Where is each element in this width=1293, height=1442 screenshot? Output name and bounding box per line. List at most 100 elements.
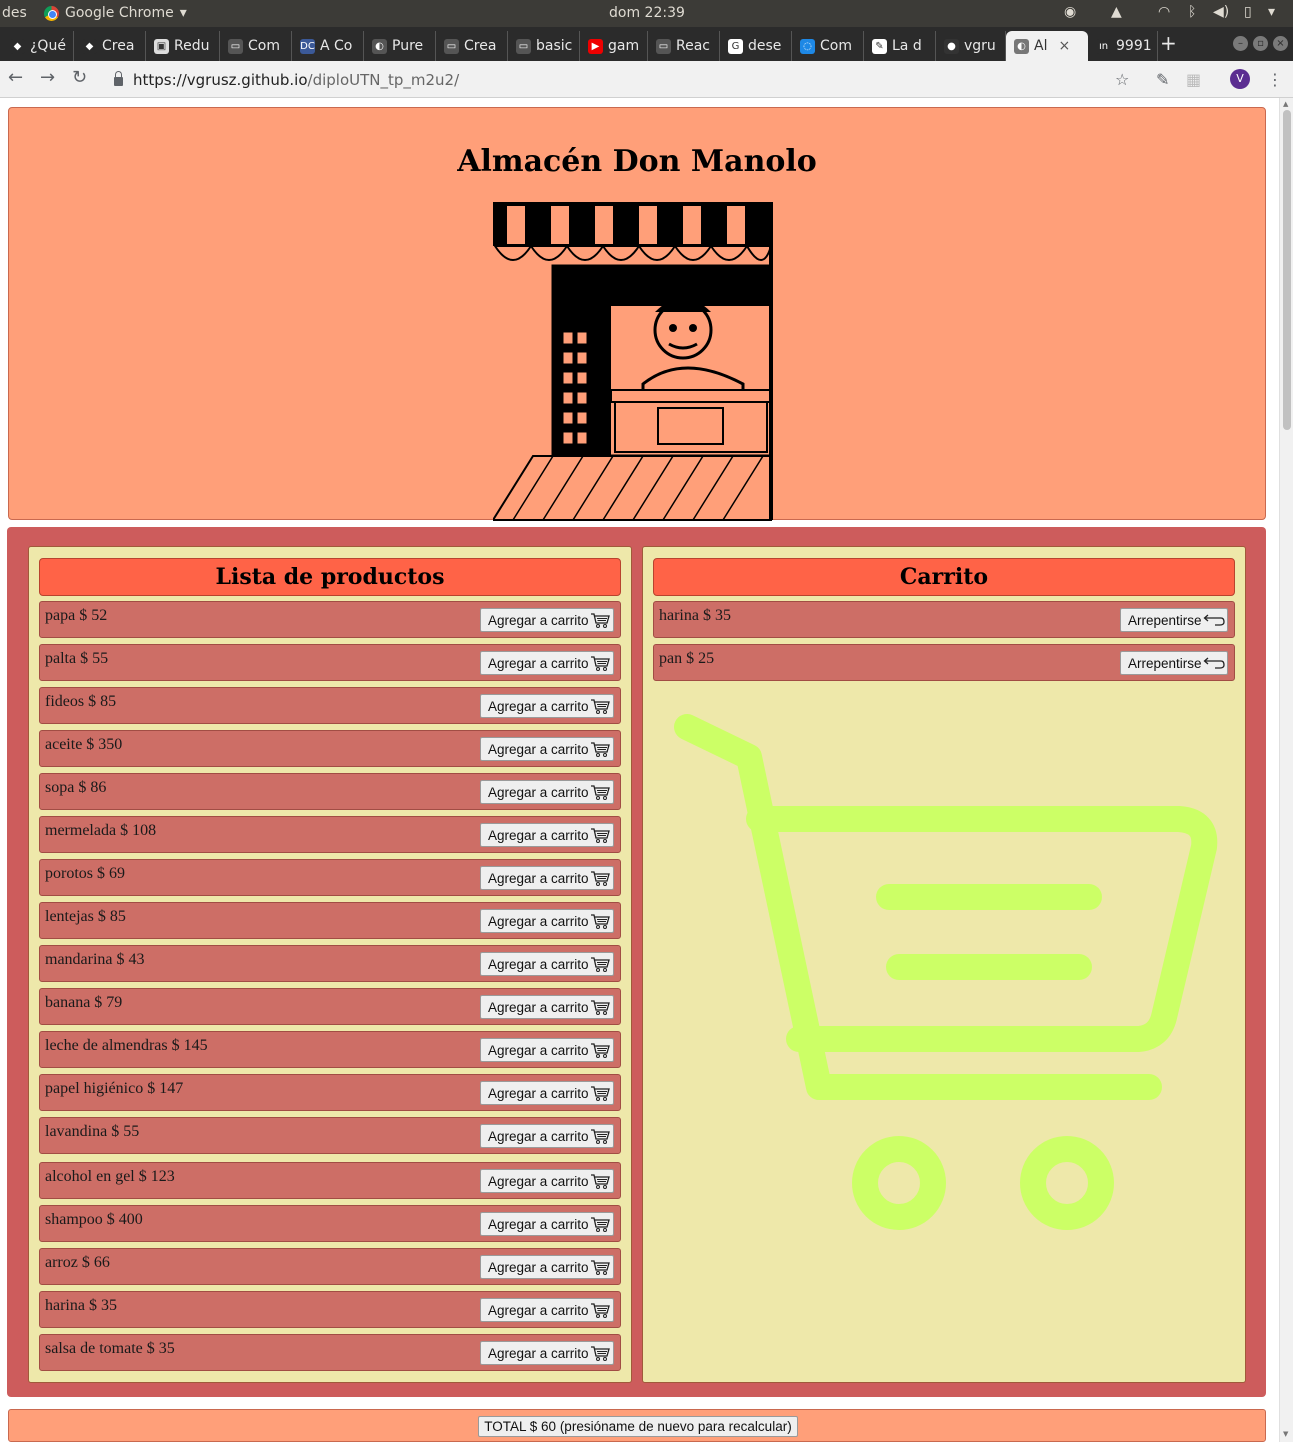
browser-tab[interactable]: ▭ Reac (648, 31, 720, 61)
globe-icon: ◐ (372, 38, 387, 54)
new-tab-plus-icon[interactable]: + (1160, 31, 1177, 55)
product-label: shampoo $ 400 (45, 1211, 143, 1228)
more-menu-icon[interactable]: ⋮ (1267, 70, 1283, 89)
codecademy-icon: ◆ (10, 38, 25, 54)
add-to-cart-button[interactable]: Agregar a carrito (480, 909, 614, 933)
add-to-cart-button[interactable]: Agregar a carrito (480, 1255, 614, 1279)
product-row: porotos $ 69 Agregar a carrito (39, 859, 621, 896)
extension-grid-icon[interactable]: ▦ (1186, 70, 1201, 89)
product-label: palta $ 55 (45, 650, 109, 667)
add-to-cart-label: Agregar a carrito (488, 741, 589, 757)
undo-arrow-icon (1203, 657, 1225, 669)
product-row: salsa de tomate $ 35 Agregar a carrito (39, 1334, 621, 1371)
profile-avatar[interactable]: V (1230, 69, 1250, 89)
add-to-cart-button[interactable]: Agregar a carrito (480, 1341, 614, 1365)
store-header: Almacén Don Manolo (8, 107, 1266, 521)
browser-tab[interactable]: ▣ Redu (146, 31, 220, 61)
app-name: Google Chrome (65, 5, 174, 21)
browser-tab[interactable]: ◐ Al × (1006, 31, 1088, 61)
add-to-cart-button[interactable]: Agregar a carrito (480, 1212, 614, 1236)
browser-tab[interactable]: ▭ Com (220, 31, 292, 61)
vlc-icon[interactable]: ▲ (1111, 4, 1122, 20)
product-row: arroz $ 66 Agregar a carrito (39, 1248, 621, 1285)
remove-from-cart-button[interactable]: Arrepentirse (1120, 608, 1228, 632)
add-to-cart-button[interactable]: Agregar a carrito (480, 1081, 614, 1105)
browser-tab[interactable]: ◆ Crea (74, 31, 146, 61)
add-to-cart-button[interactable]: Agregar a carrito (480, 694, 614, 718)
product-label: fideos $ 85 (45, 693, 117, 710)
close-tab-icon[interactable]: × (1058, 38, 1070, 54)
stats-icon: ın (1096, 38, 1111, 54)
vivaldi-icon[interactable]: ◉ (1064, 4, 1076, 20)
app-menu[interactable]: Google Chrome ▾ (44, 5, 187, 21)
browser-tab[interactable]: DC A Co (292, 31, 364, 61)
product-row: fideos $ 85 Agregar a carrito (39, 687, 621, 724)
scroll-up-arrow-icon[interactable]: ▲ (1283, 100, 1288, 108)
remove-from-cart-button[interactable]: Arrepentirse (1120, 651, 1228, 675)
address-bar[interactable]: https://vgrusz.github.io/diploUTN_tp_m2u… (104, 65, 1144, 94)
add-to-cart-button[interactable]: Agregar a carrito (480, 1124, 614, 1148)
product-label: banana $ 79 (45, 994, 123, 1011)
add-to-cart-button[interactable]: Agregar a carrito (480, 737, 614, 761)
os-top-bar: des Google Chrome ▾ dom 22:39 ◉ ▲ ◠ ᛒ ◀)… (0, 0, 1293, 27)
add-to-cart-label: Agregar a carrito (488, 1259, 589, 1275)
clock[interactable]: dom 22:39 (609, 5, 685, 21)
browser-tab[interactable]: ◌ Com (792, 31, 864, 61)
browser-tab[interactable]: ◆ ¿Qué (2, 31, 74, 61)
product-label: papel higiénico $ 147 (45, 1080, 184, 1097)
product-label: porotos $ 69 (45, 865, 125, 882)
wifi-icon[interactable]: ◠ (1158, 4, 1170, 20)
product-row: aceite $ 350 Agregar a carrito (39, 730, 621, 767)
maximize-icon[interactable]: ▫ (1253, 36, 1268, 51)
add-to-cart-button[interactable]: Agregar a carrito (480, 1038, 614, 1062)
add-to-cart-button[interactable]: Agregar a carrito (480, 1298, 614, 1322)
add-to-cart-button[interactable]: Agregar a carrito (480, 995, 614, 1019)
product-row: lentejas $ 85 Agregar a carrito (39, 902, 621, 939)
cart-icon (590, 1129, 610, 1144)
battery-icon[interactable]: ▯ (1244, 4, 1252, 20)
add-to-cart-button[interactable]: Agregar a carrito (480, 823, 614, 847)
extension-pen-icon[interactable]: ✎ (1156, 70, 1169, 89)
activities-label[interactable]: des (2, 5, 27, 21)
product-label: arroz $ 66 (45, 1254, 110, 1271)
volume-icon[interactable]: ◀) (1213, 4, 1229, 20)
system-menu-chevron-icon[interactable]: ▾ (1268, 4, 1275, 20)
browser-tab[interactable]: ▭ Crea (436, 31, 508, 61)
browser-tab[interactable]: ✎ La d (864, 31, 936, 61)
add-to-cart-button[interactable]: Agregar a carrito (480, 1169, 614, 1193)
tab-label: Pure (392, 38, 424, 54)
add-to-cart-button[interactable]: Agregar a carrito (480, 608, 614, 632)
bookmark-star-icon[interactable]: ☆ (1115, 70, 1129, 89)
total-recalculate-button[interactable]: TOTAL $ 60 (presióname de nuevo para rec… (478, 1416, 798, 1437)
add-to-cart-button[interactable]: Agregar a carrito (480, 780, 614, 804)
browser-tab[interactable]: ▶ gam (580, 31, 648, 61)
reload-icon[interactable]: ↻ (72, 67, 87, 88)
minimize-icon[interactable]: – (1233, 36, 1248, 51)
page-scrollbar[interactable]: ▲ ▼ (1279, 98, 1293, 1442)
add-to-cart-label: Agregar a carrito (488, 1302, 589, 1318)
add-to-cart-button[interactable]: Agregar a carrito (480, 866, 614, 890)
product-label: alcohol en gel $ 123 (45, 1168, 175, 1185)
browser-tab[interactable]: Gdese (720, 31, 792, 61)
folder-icon: ▭ (228, 38, 243, 54)
cart-icon (590, 656, 610, 671)
google-icon: G (728, 38, 743, 54)
tab-label: 9991 (1116, 38, 1152, 54)
add-to-cart-button[interactable]: Agregar a carrito (480, 651, 614, 675)
cart-icon (590, 828, 610, 843)
url-text: https://vgrusz.github.io/diploUTN_tp_m2u… (133, 71, 459, 89)
forward-arrow-icon[interactable]: → (40, 67, 55, 88)
add-to-cart-button[interactable]: Agregar a carrito (480, 952, 614, 976)
close-window-icon[interactable]: × (1273, 36, 1288, 51)
bluetooth-icon[interactable]: ᛒ (1188, 4, 1196, 20)
product-row: mermelada $ 108 Agregar a carrito (39, 816, 621, 853)
browser-tab[interactable]: ▭ basic (508, 31, 580, 61)
tab-label: La d (892, 38, 922, 54)
add-to-cart-label: Agregar a carrito (488, 1085, 589, 1101)
browser-tab[interactable]: ● vgru (936, 31, 1006, 61)
scroll-down-arrow-icon[interactable]: ▼ (1283, 1430, 1288, 1438)
browser-tab[interactable]: ın 9991 (1088, 31, 1158, 61)
browser-tab[interactable]: ◐ Pure (364, 31, 436, 61)
scrollbar-thumb[interactable] (1283, 110, 1291, 430)
back-arrow-icon[interactable]: ← (8, 67, 23, 88)
